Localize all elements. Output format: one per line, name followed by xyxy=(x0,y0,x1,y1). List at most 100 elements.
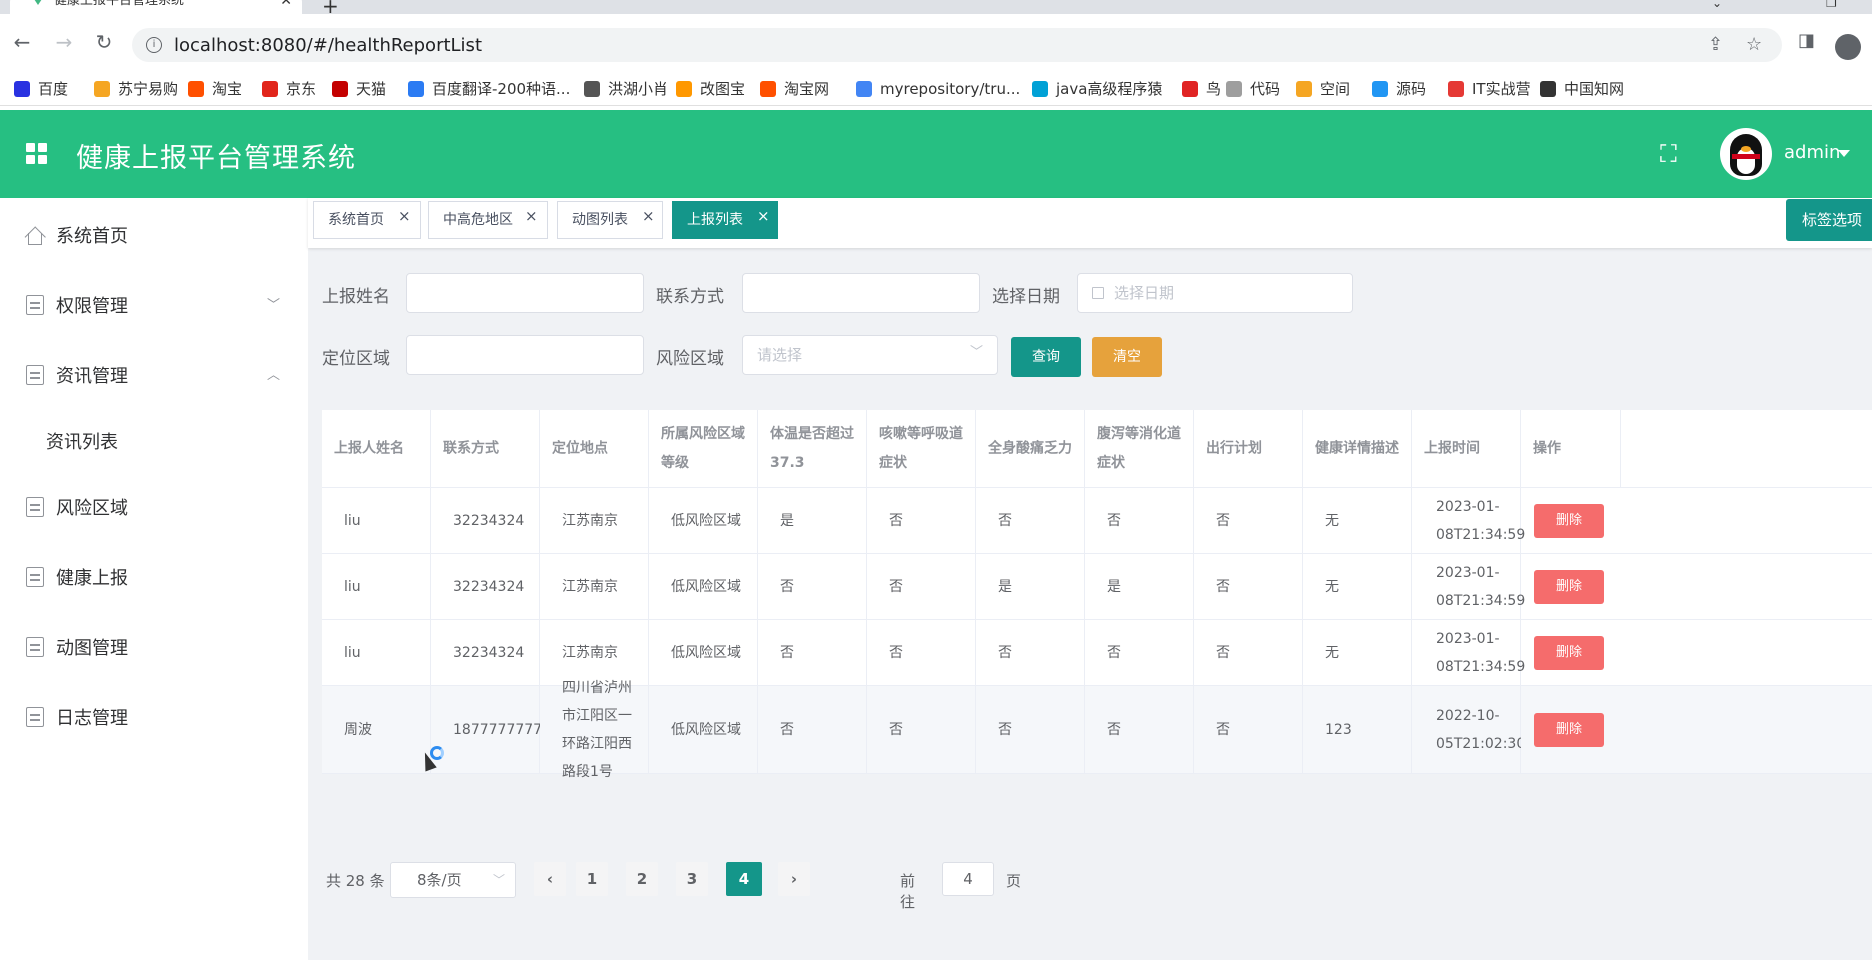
tab-search-icon[interactable]: ⌄ xyxy=(1712,0,1722,10)
share-icon[interactable]: ⇪ xyxy=(1708,34,1723,55)
tag-home[interactable]: 系统首页 × xyxy=(313,201,421,239)
clear-button[interactable]: 清空 xyxy=(1092,337,1162,377)
side-panel-icon[interactable]: ◨ xyxy=(1798,30,1815,51)
location-filter-input[interactable] xyxy=(406,335,644,375)
bookmark-item[interactable]: 洪湖小肖 xyxy=(584,78,668,100)
sidebar-item-permissions[interactable]: 权限管理 ﹀ xyxy=(0,280,308,330)
name-filter-input[interactable] xyxy=(406,273,644,313)
bookmark-item[interactable]: 中国知网 xyxy=(1540,78,1624,100)
column-header[interactable]: 全身酸痛乏力 xyxy=(976,410,1085,487)
user-name[interactable]: admin xyxy=(1784,142,1840,163)
bookmark-item[interactable]: 天猫 xyxy=(332,78,386,100)
bookmark-item[interactable]: 百度 xyxy=(14,78,68,100)
delete-button[interactable]: 删除 xyxy=(1534,569,1604,604)
cell-text: 低风险区域 xyxy=(671,512,741,529)
column-header[interactable]: 所属风险区域等级 xyxy=(649,410,758,487)
bookmark-item[interactable]: 空间 xyxy=(1296,78,1350,100)
sidebar-item-home[interactable]: 系统首页 xyxy=(0,210,308,260)
page-size-select[interactable]: 8条/页 ﹀ xyxy=(390,862,516,898)
reload-icon[interactable]: ↻ xyxy=(92,30,116,54)
new-tab-icon[interactable]: + xyxy=(322,0,339,14)
grid-menu-icon[interactable] xyxy=(26,143,48,165)
fullscreen-icon[interactable]: ⛶ xyxy=(1660,140,1677,168)
close-icon[interactable]: × xyxy=(642,198,655,234)
delete-button[interactable]: 删除 xyxy=(1534,635,1604,670)
bookmark-item[interactable]: IT实战营 xyxy=(1448,78,1531,100)
browser-tab[interactable]: 健康上报平台管理系统 ✕ xyxy=(10,0,302,14)
delete-button[interactable]: 删除 xyxy=(1534,503,1604,538)
cell-text: 2023-01-08T21:34:59 xyxy=(1436,630,1526,675)
cell-text: 低风险区域 xyxy=(671,644,741,661)
column-header[interactable]: 腹泻等消化道症状 xyxy=(1085,410,1194,487)
date-picker-input[interactable]: 选择日期 xyxy=(1077,273,1353,313)
tag-report-list[interactable]: 上报列表 × xyxy=(672,201,778,239)
back-icon[interactable]: ← xyxy=(10,30,34,54)
next-page-icon[interactable]: › xyxy=(778,862,810,896)
sidebar-item-logs[interactable]: 日志管理 xyxy=(0,692,308,742)
column-header[interactable]: 体温是否超过37.3 xyxy=(758,410,867,487)
cell-text: 四川省泸州市江阳区一环路江阳西路段1号 xyxy=(562,679,632,780)
sidebar-item-news-list[interactable]: 资讯列表 xyxy=(0,416,308,466)
profile-icon[interactable] xyxy=(1835,34,1861,60)
close-icon[interactable]: × xyxy=(757,198,770,234)
url-bar[interactable]: i localhost:8080/#/healthReportList ⇪ ☆ xyxy=(132,28,1782,62)
cell-text: 否 xyxy=(889,512,903,529)
page-button-3[interactable]: 3 xyxy=(676,862,708,896)
prev-page-icon[interactable]: ‹ xyxy=(534,862,566,896)
sidebar-item-gif[interactable]: 动图管理 xyxy=(0,622,308,672)
sidebar-item-health-report[interactable]: 健康上报 xyxy=(0,552,308,602)
sidebar-item-risk-area[interactable]: 风险区域 xyxy=(0,482,308,532)
bookmark-item[interactable]: 苏宁易购 xyxy=(94,78,178,100)
page-button-2[interactable]: 2 xyxy=(626,862,658,896)
goto-page-input[interactable]: 4 xyxy=(942,862,994,896)
contact-filter-input[interactable] xyxy=(742,273,980,313)
bookmark-label: myrepository/tru... xyxy=(880,80,1021,98)
delete-button[interactable]: 删除 xyxy=(1534,712,1604,747)
vue-icon xyxy=(32,0,44,5)
table-cell: 2023-01-08T21:34:59 xyxy=(1412,488,1525,553)
column-header[interactable]: 出行计划 xyxy=(1194,410,1303,487)
tag-options-button[interactable]: 标签选项 xyxy=(1786,199,1872,241)
bookmark-item[interactable]: myrepository/tru... xyxy=(856,78,1020,100)
action-cell: 删除 xyxy=(1521,620,1621,685)
bookmark-item[interactable]: 鸟 xyxy=(1182,78,1221,100)
column-header[interactable]: 联系方式 xyxy=(431,410,540,487)
query-button[interactable]: 查询 xyxy=(1011,337,1081,377)
bookmark-item[interactable]: 改图宝 xyxy=(676,78,745,100)
restore-window-icon[interactable]: ❐ xyxy=(1826,0,1837,10)
avatar[interactable] xyxy=(1720,128,1772,180)
url-text[interactable]: localhost:8080/#/healthReportList xyxy=(174,35,482,56)
user-dropdown-icon[interactable] xyxy=(1838,150,1850,157)
forward-icon[interactable]: → xyxy=(52,30,76,54)
sidebar-item-news[interactable]: 资讯管理 ︿ xyxy=(0,350,308,400)
column-header[interactable]: 咳嗽等呼吸道症状 xyxy=(867,410,976,487)
site-info-icon[interactable]: i xyxy=(146,37,162,53)
column-header[interactable]: 操作 xyxy=(1521,410,1621,487)
chevron-up-icon: ︿ xyxy=(266,368,280,383)
column-header[interactable]: 上报人姓名 xyxy=(322,410,431,487)
bookmark-item[interactable]: 淘宝网 xyxy=(760,78,829,100)
table-row[interactable]: liu 32234324 江苏南京 低风险区域 否 否 是 是 否 无 2023-01-08T21:… xyxy=(322,554,1872,620)
close-tab-icon[interactable]: ✕ xyxy=(280,0,292,8)
risk-select[interactable]: 请选择 ﹀ xyxy=(742,335,998,375)
table-row[interactable]: 周波 18777777777 四川省泸州市江阳区一环路江阳西路段1号 低风险区域 否 否 否… xyxy=(322,680,1872,780)
bookmark-star-icon[interactable]: ☆ xyxy=(1746,34,1762,55)
bookmark-item[interactable]: 京东 xyxy=(262,78,316,100)
bookmark-item[interactable]: 淘宝 xyxy=(188,78,242,100)
close-icon[interactable]: × xyxy=(525,198,538,234)
bookmark-item[interactable]: 百度翻译-200种语... xyxy=(408,78,570,100)
bookmark-item[interactable]: 源码 xyxy=(1372,78,1426,100)
bilibili-icon xyxy=(1032,81,1048,97)
tag-gif-list[interactable]: 动图列表 × xyxy=(557,201,663,239)
column-header[interactable]: 上报时间 xyxy=(1412,410,1521,487)
column-header[interactable]: 健康详情描述 xyxy=(1303,410,1412,487)
page-button-1[interactable]: 1 xyxy=(576,862,608,896)
bookmark-item[interactable]: 代码 xyxy=(1226,78,1280,100)
date-filter-label: 选择日期 xyxy=(992,287,1060,307)
page-button-4[interactable]: 4 xyxy=(726,862,762,896)
table-row[interactable]: liu 32234324 江苏南京 低风险区域 是 否 否 否 否 无 2023-01-08T21:… xyxy=(322,488,1872,554)
column-header[interactable]: 定位地点 xyxy=(540,410,649,487)
close-icon[interactable]: × xyxy=(398,198,411,234)
tag-high-risk[interactable]: 中高危地区 × xyxy=(428,201,548,239)
bookmark-item[interactable]: java高级程序猿 xyxy=(1032,78,1162,100)
